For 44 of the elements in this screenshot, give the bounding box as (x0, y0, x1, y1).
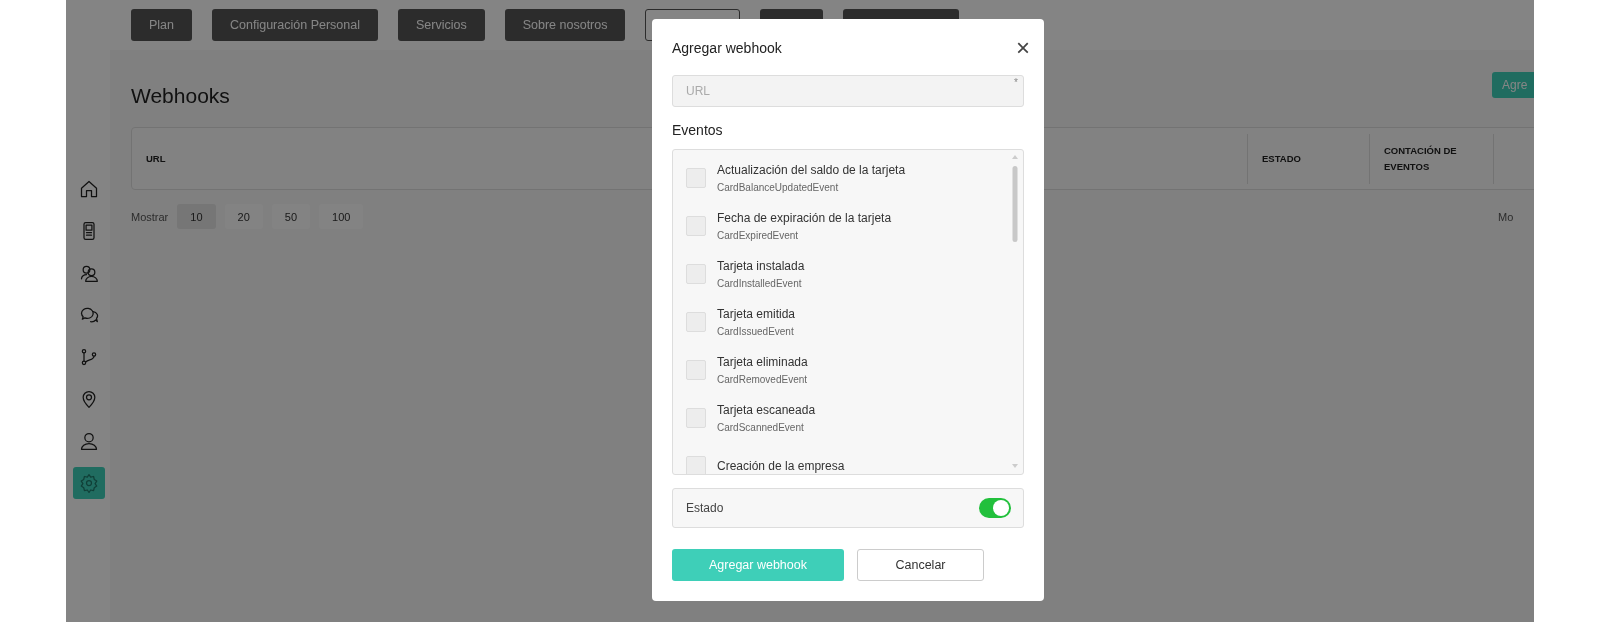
user-icon (79, 431, 99, 451)
event-code: CardExpiredEvent (717, 229, 800, 241)
event-title: Tarjeta escaneada (717, 402, 816, 417)
cancel-button[interactable]: Cancelar (857, 549, 984, 581)
checkbox[interactable] (686, 215, 706, 236)
chat-icon (79, 305, 99, 325)
status-toggle[interactable] (979, 498, 1011, 518)
branch-icon (79, 347, 99, 367)
event-title: Actualización del saldo de la tarjeta (717, 162, 906, 177)
checkbox[interactable] (686, 311, 706, 332)
event-title: Fecha de expiración de la tarjeta (717, 210, 892, 225)
checkbox[interactable] (686, 359, 706, 380)
checkbox[interactable] (686, 167, 706, 188)
event-code: CardScannedEvent (717, 421, 805, 433)
events-label: Eventos (672, 122, 724, 140)
dialog-title: Agregar webhook (672, 40, 782, 56)
page-title: Webhooks (131, 84, 230, 108)
event-code: CardRemovedEvent (717, 373, 808, 385)
event-title: Tarjeta instalada (717, 258, 805, 273)
event-code: CardBalanceUpdatedEvent (717, 181, 840, 193)
close-button[interactable]: × (1016, 39, 1030, 57)
users-icon (79, 263, 99, 283)
event-code: CardInstalledEvent (717, 277, 803, 289)
checkbox[interactable] (686, 407, 706, 428)
column-header: CONTACIÓN DE EVENTOS (1384, 143, 1458, 174)
page-size-button[interactable]: 10 (177, 204, 216, 229)
event-title: Creación de la empresa (717, 458, 845, 473)
nav-button[interactable]: Servicios (398, 9, 485, 41)
column-header: ESTADO (1262, 151, 1301, 166)
checkbox[interactable] (686, 263, 706, 284)
nav-button[interactable]: Plan (131, 9, 193, 41)
nav-button[interactable]: Configuración Personal (212, 9, 378, 41)
settings-icon (79, 473, 99, 493)
show-label: Mostrar (131, 210, 169, 223)
pagination-text: Mo (1498, 210, 1515, 223)
checkbox[interactable] (686, 455, 706, 474)
required-mark: * (1014, 77, 1018, 88)
status-label: Estado (686, 501, 724, 515)
event-title: Tarjeta eliminada (717, 354, 808, 369)
home-icon (79, 179, 99, 199)
event-code: CardIssuedEvent (717, 325, 795, 337)
nav-button[interactable]: Sobre nosotros (504, 9, 626, 41)
event-title: Tarjeta emitida (717, 306, 796, 321)
column-header: URL (146, 151, 166, 166)
